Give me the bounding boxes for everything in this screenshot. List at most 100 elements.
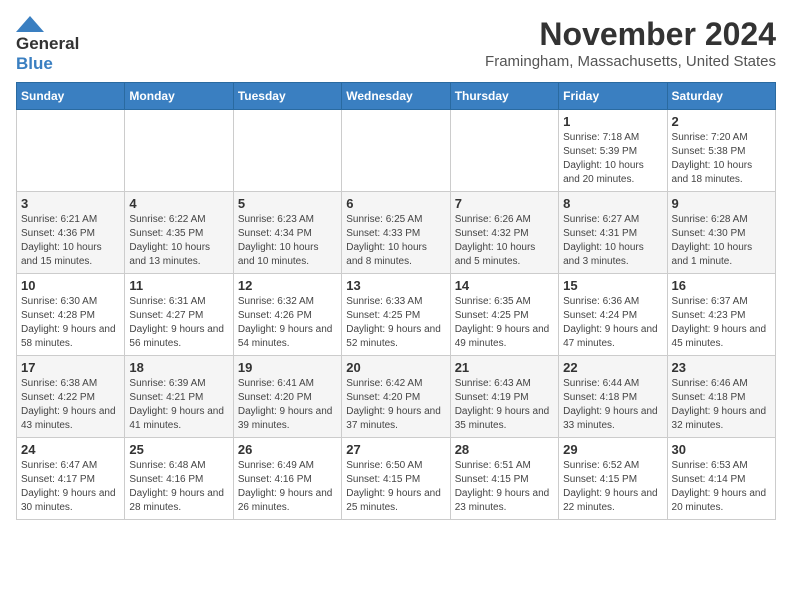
day-number: 17 — [21, 360, 120, 375]
day-number: 21 — [455, 360, 554, 375]
calendar-day-cell: 26 Sunrise: 6:49 AM Sunset: 4:16 PM Dayli… — [233, 438, 341, 520]
weekday-header-wednesday: Wednesday — [342, 83, 450, 110]
calendar-day-cell: 19 Sunrise: 6:41 AM Sunset: 4:20 PM Dayli… — [233, 356, 341, 438]
day-info: Sunrise: 6:42 AM Sunset: 4:20 PM Dayligh… — [346, 377, 445, 433]
calendar-day-cell: 2 Sunrise: 7:20 AM Sunset: 5:38 PM Daylig… — [667, 110, 775, 192]
weekday-header-tuesday: Tuesday — [233, 83, 341, 110]
weekday-header-monday: Monday — [125, 83, 233, 110]
calendar-day-cell: 22 Sunrise: 6:44 AM Sunset: 4:18 PM Dayli… — [559, 356, 667, 438]
day-info: Sunrise: 6:27 AM Sunset: 4:31 PM Dayligh… — [563, 213, 662, 269]
day-info: Sunrise: 6:48 AM Sunset: 4:16 PM Dayligh… — [129, 459, 228, 515]
day-number: 19 — [238, 360, 337, 375]
calendar-day-cell: 13 Sunrise: 6:33 AM Sunset: 4:25 PM Dayli… — [342, 274, 450, 356]
day-info: Sunrise: 6:51 AM Sunset: 4:15 PM Dayligh… — [455, 459, 554, 515]
day-info: Sunrise: 6:53 AM Sunset: 4:14 PM Dayligh… — [672, 459, 771, 515]
calendar-day-cell: 10 Sunrise: 6:30 AM Sunset: 4:28 PM Dayli… — [17, 274, 125, 356]
day-info: Sunrise: 6:44 AM Sunset: 4:18 PM Dayligh… — [563, 377, 662, 433]
calendar-week-row: 10 Sunrise: 6:30 AM Sunset: 4:28 PM Dayli… — [17, 274, 776, 356]
day-number: 7 — [455, 196, 554, 211]
weekday-header-sunday: Sunday — [17, 83, 125, 110]
calendar-day-cell: 12 Sunrise: 6:32 AM Sunset: 4:26 PM Dayli… — [233, 274, 341, 356]
calendar-day-cell: 27 Sunrise: 6:50 AM Sunset: 4:15 PM Dayli… — [342, 438, 450, 520]
calendar-day-cell: 1 Sunrise: 7:18 AM Sunset: 5:39 PM Daylig… — [559, 110, 667, 192]
weekday-header-friday: Friday — [559, 83, 667, 110]
calendar-day-cell: 6Sunrise: 6:25 AM Sunset: 4:33 PM Daylig… — [342, 192, 450, 274]
calendar-table: SundayMondayTuesdayWednesdayThursdayFrid… — [16, 82, 776, 520]
day-number: 9 — [672, 196, 771, 211]
day-number: 5 — [238, 196, 337, 211]
calendar-day-cell — [125, 110, 233, 192]
calendar-day-cell: 9 Sunrise: 6:28 AM Sunset: 4:30 PM Daylig… — [667, 192, 775, 274]
day-number: 22 — [563, 360, 662, 375]
day-info: Sunrise: 6:21 AM Sunset: 4:36 PM Dayligh… — [21, 213, 120, 269]
day-number: 11 — [129, 278, 228, 293]
day-info: Sunrise: 6:38 AM Sunset: 4:22 PM Dayligh… — [21, 377, 120, 433]
day-number: 27 — [346, 442, 445, 457]
day-number: 4 — [129, 196, 228, 211]
day-number: 12 — [238, 278, 337, 293]
day-info: Sunrise: 6:26 AM Sunset: 4:32 PM Dayligh… — [455, 213, 554, 269]
day-info: Sunrise: 6:30 AM Sunset: 4:28 PM Dayligh… — [21, 295, 120, 351]
title-section: November 2024 Framingham, Massachusetts,… — [485, 16, 776, 70]
logo-blue: Blue — [16, 54, 53, 74]
day-info: Sunrise: 6:49 AM Sunset: 4:16 PM Dayligh… — [238, 459, 337, 515]
calendar-header: SundayMondayTuesdayWednesdayThursdayFrid… — [17, 83, 776, 110]
day-number: 28 — [455, 442, 554, 457]
day-number: 30 — [672, 442, 771, 457]
day-info: Sunrise: 6:41 AM Sunset: 4:20 PM Dayligh… — [238, 377, 337, 433]
calendar-day-cell: 30 Sunrise: 6:53 AM Sunset: 4:14 PM Dayli… — [667, 438, 775, 520]
day-number: 25 — [129, 442, 228, 457]
day-number: 29 — [563, 442, 662, 457]
calendar-day-cell — [342, 110, 450, 192]
calendar-week-row: 1 Sunrise: 7:18 AM Sunset: 5:39 PM Daylig… — [17, 110, 776, 192]
day-number: 15 — [563, 278, 662, 293]
day-info: Sunrise: 6:43 AM Sunset: 4:19 PM Dayligh… — [455, 377, 554, 433]
day-number: 13 — [346, 278, 445, 293]
calendar-day-cell: 25 Sunrise: 6:48 AM Sunset: 4:16 PM Dayli… — [125, 438, 233, 520]
day-number: 24 — [21, 442, 120, 457]
day-info: Sunrise: 6:28 AM Sunset: 4:30 PM Dayligh… — [672, 213, 771, 269]
location-subtitle: Framingham, Massachusetts, United States — [485, 53, 776, 70]
calendar-body: 1 Sunrise: 7:18 AM Sunset: 5:39 PM Daylig… — [17, 110, 776, 520]
day-number: 14 — [455, 278, 554, 293]
calendar-day-cell: 15 Sunrise: 6:36 AM Sunset: 4:24 PM Dayli… — [559, 274, 667, 356]
calendar-day-cell: 23 Sunrise: 6:46 AM Sunset: 4:18 PM Dayli… — [667, 356, 775, 438]
day-number: 23 — [672, 360, 771, 375]
calendar-day-cell: 14 Sunrise: 6:35 AM Sunset: 4:25 PM Dayli… — [450, 274, 558, 356]
day-number: 1 — [563, 114, 662, 129]
day-number: 2 — [672, 114, 771, 129]
day-info: Sunrise: 6:33 AM Sunset: 4:25 PM Dayligh… — [346, 295, 445, 351]
day-info: Sunrise: 6:35 AM Sunset: 4:25 PM Dayligh… — [455, 295, 554, 351]
day-info: Sunrise: 7:18 AM Sunset: 5:39 PM Dayligh… — [563, 131, 662, 187]
day-info: Sunrise: 6:37 AM Sunset: 4:23 PM Dayligh… — [672, 295, 771, 351]
calendar-day-cell: 8Sunrise: 6:27 AM Sunset: 4:31 PM Daylig… — [559, 192, 667, 274]
day-info: Sunrise: 6:52 AM Sunset: 4:15 PM Dayligh… — [563, 459, 662, 515]
day-info: Sunrise: 6:46 AM Sunset: 4:18 PM Dayligh… — [672, 377, 771, 433]
weekday-header-thursday: Thursday — [450, 83, 558, 110]
day-number: 26 — [238, 442, 337, 457]
logo-general: General — [16, 34, 79, 54]
day-info: Sunrise: 6:32 AM Sunset: 4:26 PM Dayligh… — [238, 295, 337, 351]
month-year-title: November 2024 — [485, 16, 776, 53]
day-number: 20 — [346, 360, 445, 375]
calendar-day-cell: 11 Sunrise: 6:31 AM Sunset: 4:27 PM Dayli… — [125, 274, 233, 356]
calendar-day-cell — [17, 110, 125, 192]
day-info: Sunrise: 6:36 AM Sunset: 4:24 PM Dayligh… — [563, 295, 662, 351]
logo: General Blue — [16, 16, 79, 74]
day-info: Sunrise: 6:47 AM Sunset: 4:17 PM Dayligh… — [21, 459, 120, 515]
day-info: Sunrise: 6:50 AM Sunset: 4:15 PM Dayligh… — [346, 459, 445, 515]
calendar-day-cell: 17 Sunrise: 6:38 AM Sunset: 4:22 PM Dayli… — [17, 356, 125, 438]
day-info: Sunrise: 6:22 AM Sunset: 4:35 PM Dayligh… — [129, 213, 228, 269]
calendar-day-cell: 4 Sunrise: 6:22 AM Sunset: 4:35 PM Daylig… — [125, 192, 233, 274]
day-info: Sunrise: 7:20 AM Sunset: 5:38 PM Dayligh… — [672, 131, 771, 187]
day-number: 18 — [129, 360, 228, 375]
day-number: 10 — [21, 278, 120, 293]
day-info: Sunrise: 6:25 AM Sunset: 4:33 PM Dayligh… — [346, 213, 445, 269]
day-number: 16 — [672, 278, 771, 293]
calendar-day-cell: 28 Sunrise: 6:51 AM Sunset: 4:15 PM Dayli… — [450, 438, 558, 520]
day-info: Sunrise: 6:31 AM Sunset: 4:27 PM Dayligh… — [129, 295, 228, 351]
calendar-day-cell: 7 Sunrise: 6:26 AM Sunset: 4:32 PM Daylig… — [450, 192, 558, 274]
calendar-day-cell: 5Sunrise: 6:23 AM Sunset: 4:34 PM Daylig… — [233, 192, 341, 274]
logo-icon — [16, 16, 44, 32]
calendar-day-cell: 18Sunrise: 6:39 AM Sunset: 4:21 PM Dayli… — [125, 356, 233, 438]
